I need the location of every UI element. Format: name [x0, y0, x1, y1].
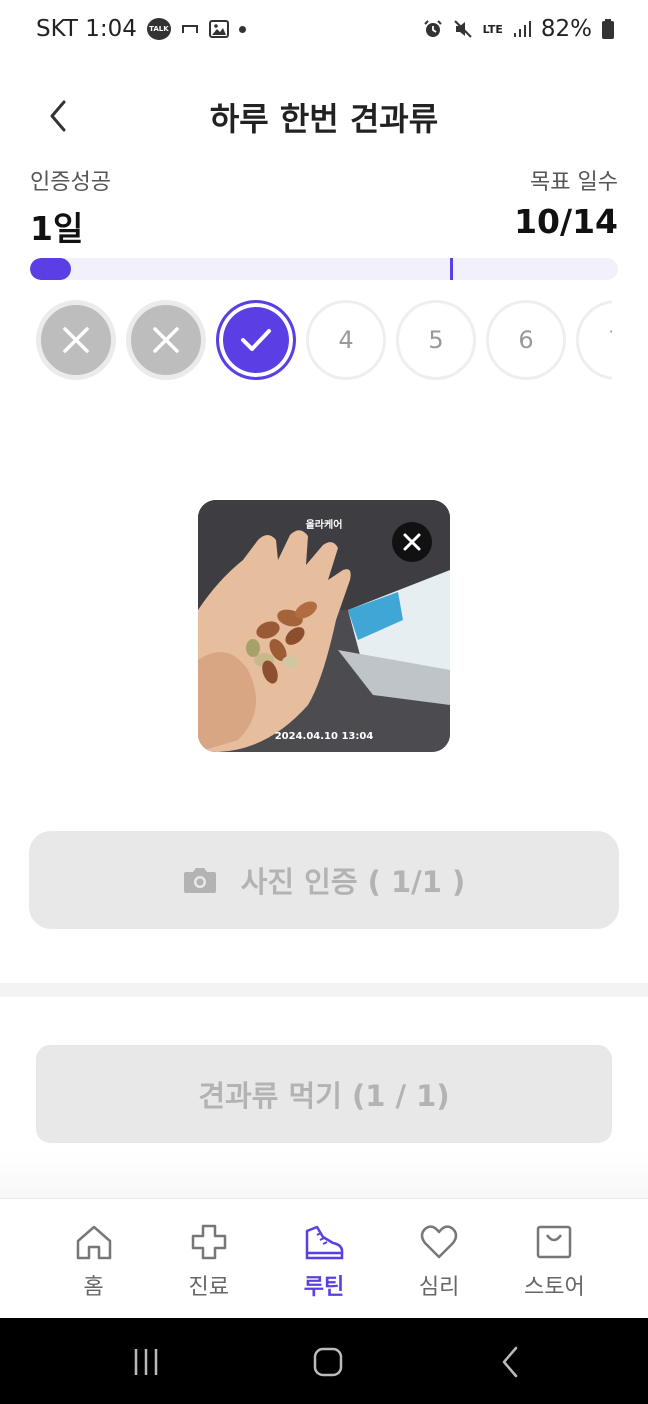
tab-label: 루틴 [303, 1275, 345, 1300]
system-nav-bar [0, 1318, 648, 1404]
day-number: 4 [338, 326, 354, 354]
photo-verify-button[interactable]: 사진 인증 ( 1/1 ) [29, 831, 619, 929]
day-circle[interactable]: 6 [486, 300, 566, 380]
carrier-time: SKT 1:04 [36, 16, 137, 42]
app-header: 하루 한번 견과류 [0, 80, 648, 150]
battery-icon [602, 19, 614, 39]
shopping-bag-icon [534, 1223, 574, 1265]
back-nav-button[interactable] [488, 1340, 532, 1384]
camera-icon [183, 868, 216, 893]
tab-1[interactable]: 진료 [159, 1199, 259, 1318]
goal-stat: 목표 일수 10/14 [514, 164, 618, 241]
check-icon [241, 329, 271, 351]
progress-bar [30, 258, 618, 280]
photo-verify-label: 사진 인증 ( 1/1 ) [240, 865, 466, 899]
signal-icon [513, 20, 531, 38]
goal-label: 목표 일수 [530, 170, 618, 195]
day-circle[interactable]: 7 [576, 300, 612, 380]
success-stat: 인증성공 1일 [30, 164, 111, 250]
notification-dot-icon [238, 25, 246, 33]
remove-photo-button[interactable] [392, 522, 432, 562]
alarm-icon [423, 19, 443, 39]
day-number: 5 [428, 326, 444, 354]
photo-timestamp: 2024.04.10 13:04 [274, 731, 374, 742]
close-icon [403, 533, 421, 551]
page-title: 하루 한번 견과류 [209, 100, 439, 138]
scroll-fade [0, 1150, 648, 1200]
back-chevron-icon [502, 1346, 518, 1378]
x-icon [63, 327, 89, 353]
gallery-icon [208, 20, 229, 38]
status-right: LTE 82% [423, 16, 614, 42]
cross-icon [190, 1223, 228, 1265]
day-number: 6 [518, 326, 534, 354]
recent-apps-icon [134, 1349, 158, 1375]
mute-icon [453, 19, 473, 39]
screen-icon [181, 23, 199, 35]
day-circle[interactable] [126, 300, 206, 380]
tab-label: 스토어 [523, 1275, 585, 1300]
success-label: 인증성공 [30, 170, 111, 195]
day-circle[interactable] [36, 300, 116, 380]
x-icon [153, 327, 179, 353]
proof-photo: 올라케어 2024.04.10 13:04 [198, 500, 450, 752]
status-left: SKT 1:04 TALK [36, 16, 246, 42]
stats-section: 인증성공 1일 목표 일수 10/14 [30, 164, 618, 248]
day-circle[interactable]: 4 [306, 300, 386, 380]
day-number: 7 [608, 326, 612, 354]
kakaotalk-icon: TALK [146, 18, 171, 40]
home-nav-button[interactable] [306, 1340, 350, 1384]
home-icon [74, 1223, 114, 1265]
lte-indicator: LTE [482, 22, 503, 36]
goal-marker [449, 258, 453, 280]
eat-nuts-label: 견과류 먹기 (1 / 1) [198, 1079, 450, 1113]
success-value: 1일 [30, 209, 84, 248]
goal-value: 10/14 [514, 202, 618, 241]
day-row: 4 5 6 7 [30, 300, 612, 380]
heart-icon [419, 1223, 459, 1265]
home-square-icon [313, 1347, 343, 1377]
tab-label: 진료 [188, 1275, 230, 1300]
progress-fill [30, 258, 72, 280]
tab-label: 홈 [83, 1275, 104, 1300]
section-divider [0, 983, 648, 997]
day-circle[interactable]: 5 [396, 300, 476, 380]
tab-label: 심리 [418, 1275, 460, 1300]
tab-3[interactable]: 심리 [389, 1199, 489, 1318]
day-tracker[interactable]: 4 5 6 7 [30, 300, 612, 386]
battery-percent: 82% [540, 16, 592, 42]
bottom-tab-bar: 홈 진료 루틴 심리 스토어 [0, 1198, 648, 1318]
status-bar: SKT 1:04 TALK LTE 82% [0, 0, 648, 62]
tab-0[interactable]: 홈 [44, 1199, 144, 1318]
eat-nuts-button[interactable]: 견과류 먹기 (1 / 1) [36, 1045, 612, 1143]
tab-2[interactable]: 루틴 [274, 1199, 374, 1318]
tab-4[interactable]: 스토어 [504, 1199, 604, 1318]
sneaker-icon [303, 1223, 345, 1265]
recent-apps-button[interactable] [124, 1340, 168, 1384]
day-circle[interactable] [216, 300, 296, 380]
